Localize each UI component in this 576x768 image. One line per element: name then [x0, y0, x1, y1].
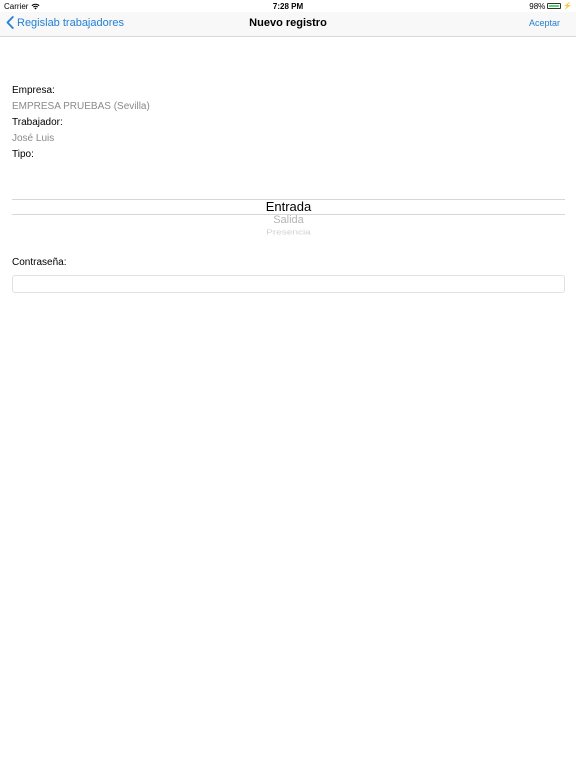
- battery-icon: [547, 3, 562, 9]
- tipo-picker[interactable]: Entrada Salida Presencia: [12, 168, 565, 240]
- status-bar: Carrier 7:28 PM 98% ⚡: [0, 0, 576, 12]
- charging-bolt-icon: ⚡: [563, 3, 572, 10]
- accept-button[interactable]: Aceptar: [529, 18, 560, 28]
- empresa-value: EMPRESA PRUEBAS (Sevilla): [12, 101, 150, 112]
- status-time: 7:28 PM: [272, 1, 304, 11]
- navigation-bar: Regislab trabajadores Nuevo registro Ace…: [0, 12, 576, 37]
- picker-option-salida[interactable]: Salida: [12, 214, 565, 226]
- trabajador-value: José Luis: [12, 133, 55, 144]
- empresa-label: Empresa:: [12, 85, 55, 96]
- picker-option-presencia[interactable]: Presencia: [12, 228, 565, 236]
- registro-form: Empresa: EMPRESA PRUEBAS (Sevilla) Traba…: [12, 83, 565, 163]
- password-block: Contraseña:: [12, 255, 565, 293]
- picker-option-entrada[interactable]: Entrada: [12, 199, 565, 214]
- status-right: 98% ⚡: [529, 2, 572, 11]
- password-input[interactable]: [12, 275, 565, 293]
- password-label: Contraseña:: [12, 257, 67, 268]
- page-title: Nuevo registro: [249, 17, 327, 29]
- battery-fill: [549, 5, 560, 7]
- tipo-label: Tipo:: [12, 149, 34, 160]
- battery-percent: 98%: [529, 1, 546, 11]
- trabajador-label: Trabajador:: [12, 117, 63, 128]
